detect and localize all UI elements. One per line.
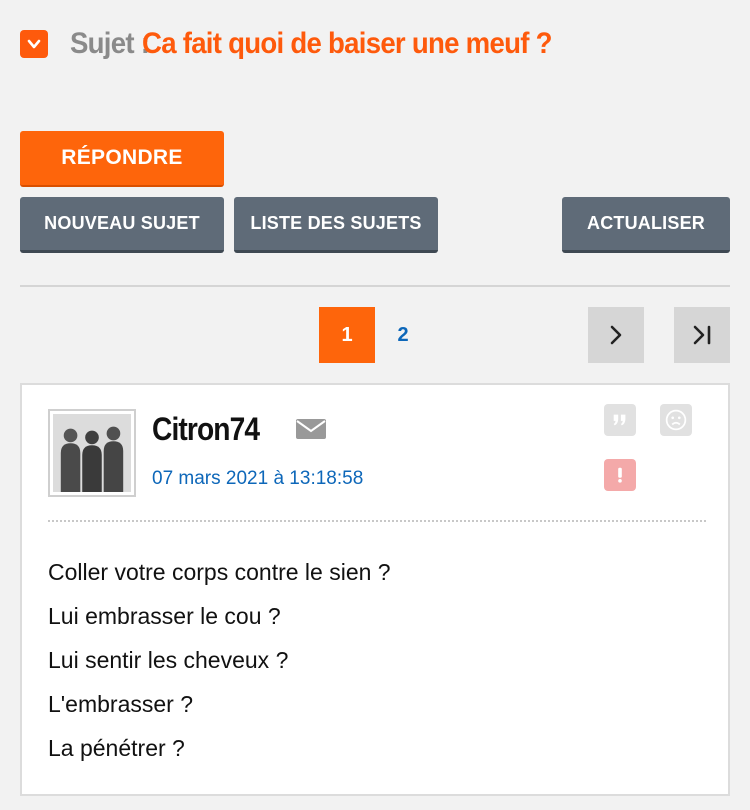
post-line: L'embrasser ?: [48, 691, 194, 717]
chevron-right-icon[interactable]: [588, 307, 644, 363]
chevron-down-icon[interactable]: [20, 30, 48, 58]
avatar[interactable]: [48, 409, 136, 497]
post-line: Lui embrasser le cou ?: [48, 603, 281, 629]
post: Citron74 07 mars 2021 à 13:18:58 Coller …: [20, 383, 730, 796]
last-page-icon[interactable]: [674, 307, 730, 363]
refresh-button[interactable]: ACTUALISER: [562, 197, 730, 253]
page-title: Ca fait quoi de baiser une meuf ?: [142, 27, 552, 60]
new-topic-button[interactable]: NOUVEAU SUJET: [20, 197, 224, 253]
divider: [20, 285, 730, 287]
post-body: Coller votre corps contre le sien ? Lui …: [48, 550, 391, 770]
post-separator: [48, 520, 706, 522]
sad-face-icon[interactable]: [660, 404, 692, 436]
post-line: La pénétrer ?: [48, 735, 185, 761]
post-line: Lui sentir les cheveux ?: [48, 647, 289, 673]
page-current[interactable]: 1: [319, 307, 375, 363]
author-name[interactable]: Citron74: [152, 411, 260, 448]
mail-icon[interactable]: [296, 419, 326, 439]
quote-icon[interactable]: [604, 404, 636, 436]
topic-header: Sujet : Ca fait quoi de baiser une meuf …: [20, 26, 587, 62]
post-line: Coller votre corps contre le sien ?: [48, 559, 391, 585]
post-date[interactable]: 07 mars 2021 à 13:18:58: [152, 468, 363, 490]
subject-prefix: Sujet :: [70, 27, 150, 60]
page-link-2[interactable]: 2: [375, 307, 431, 363]
reply-button[interactable]: RÉPONDRE: [20, 131, 224, 187]
topic-list-button[interactable]: LISTE DES SUJETS: [234, 197, 438, 253]
alert-icon[interactable]: [604, 459, 636, 491]
